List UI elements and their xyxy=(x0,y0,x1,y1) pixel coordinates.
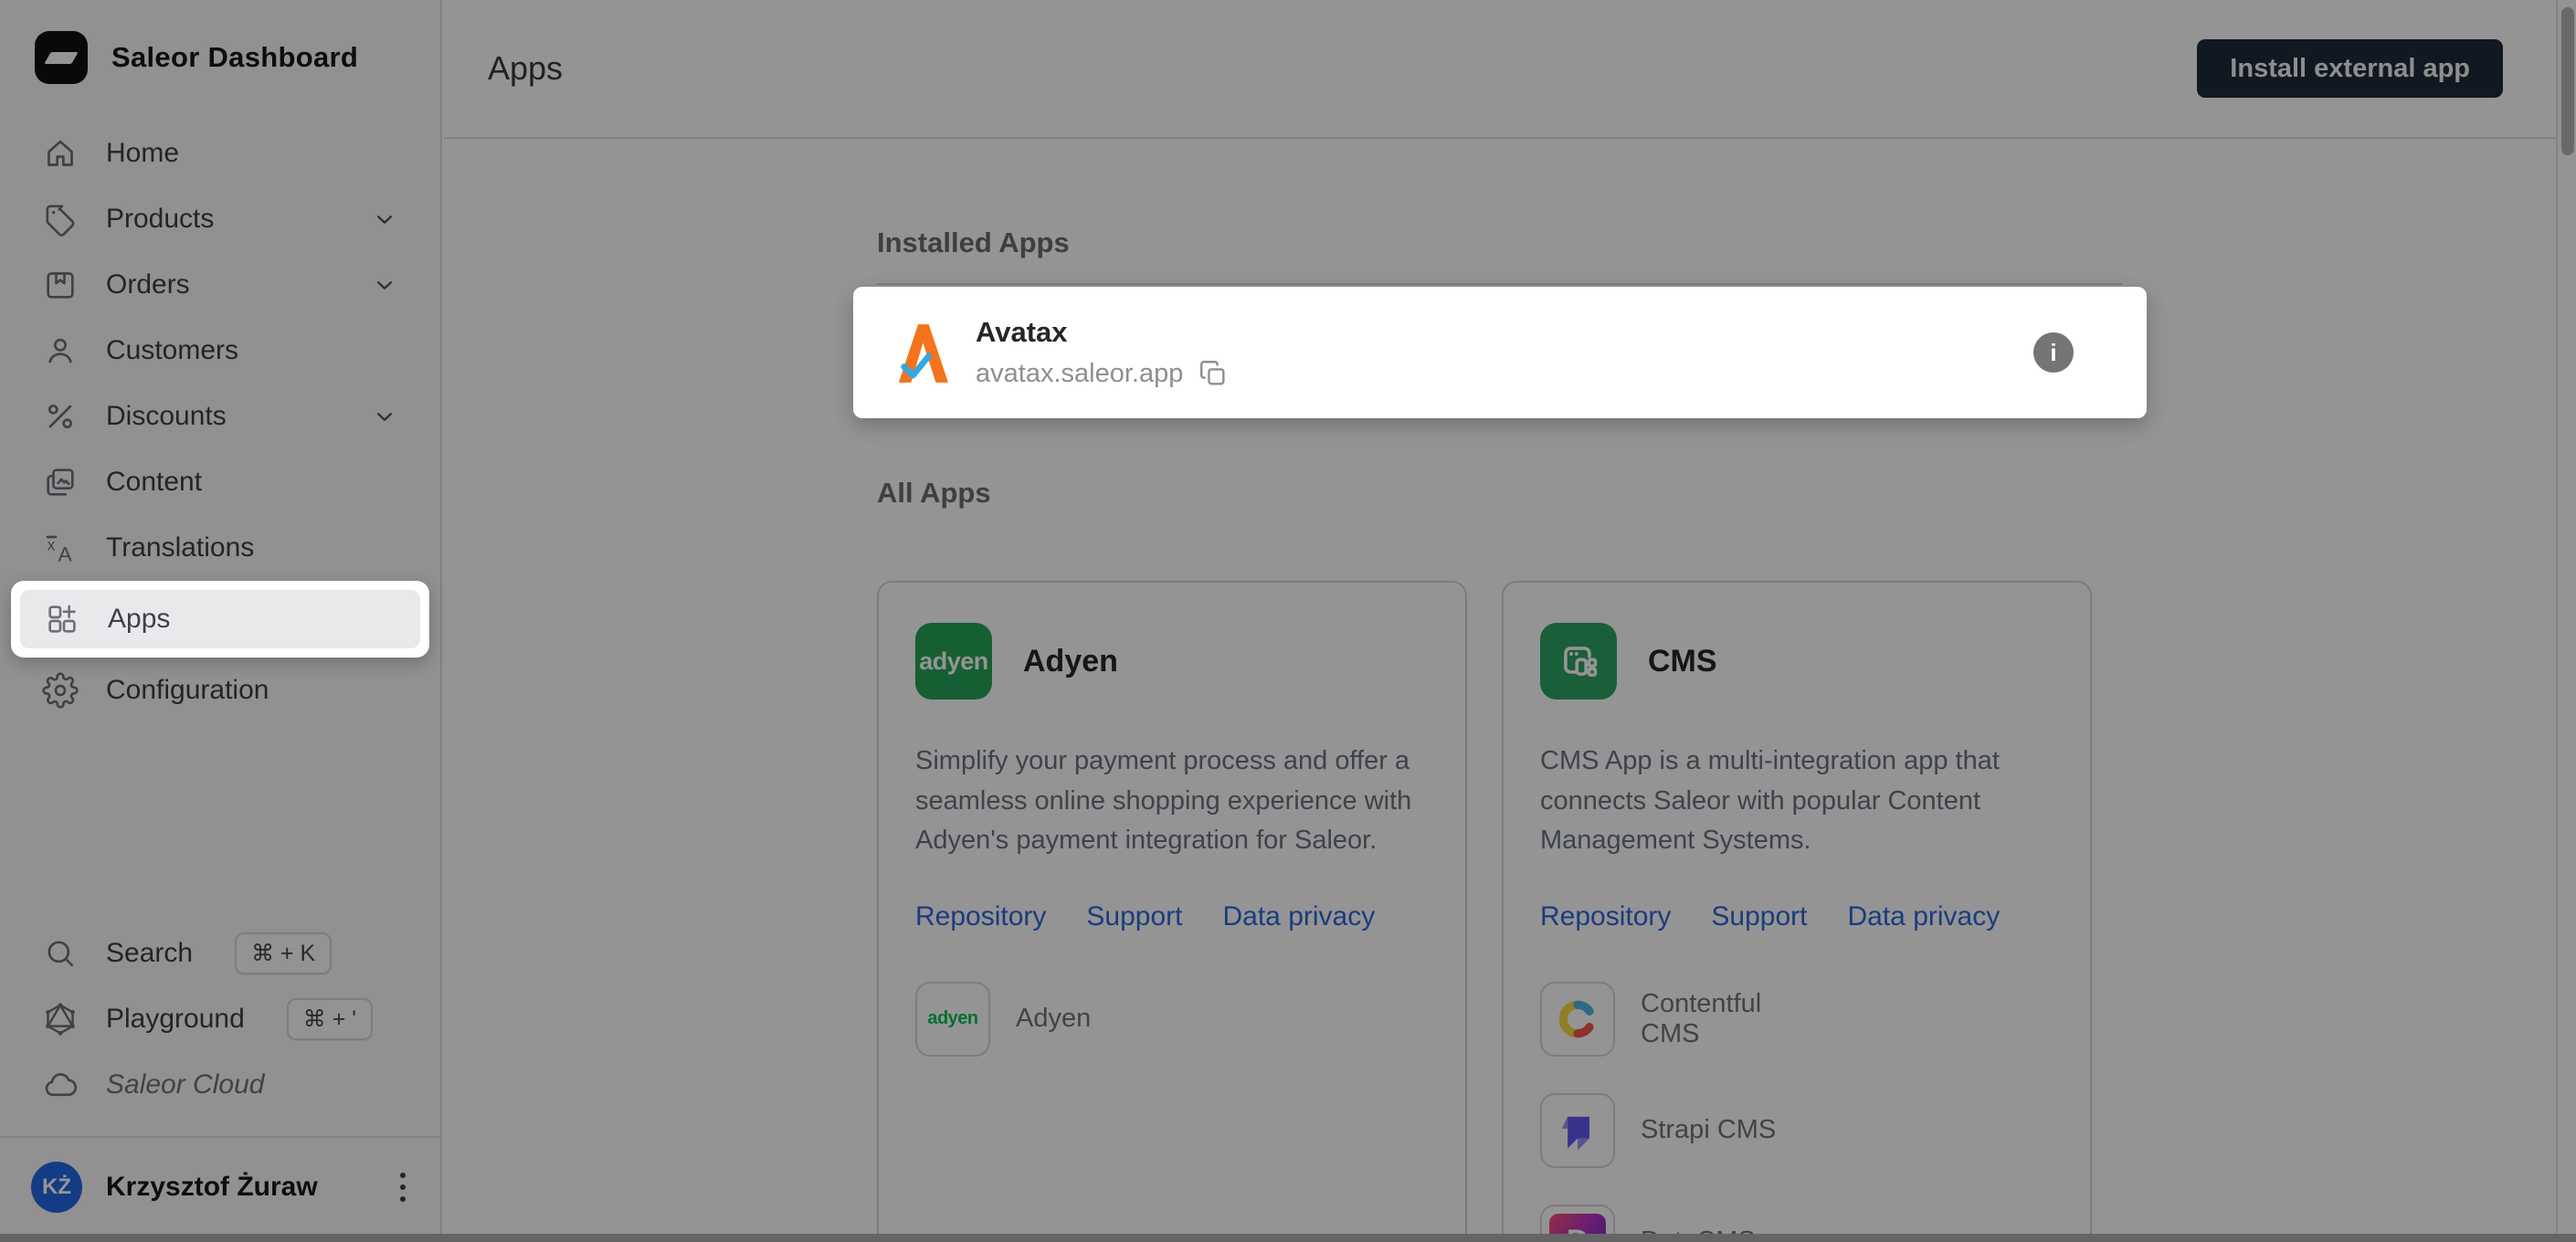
adyen-vendor-logo-icon: adyen xyxy=(915,982,990,1057)
sidebar-item-label: Configuration xyxy=(106,675,269,706)
installed-app-meta: Avatax avatax.saleor.app xyxy=(976,316,1229,389)
gear-icon xyxy=(42,672,79,709)
app-card-description: Simplify your payment process and offer … xyxy=(915,742,1429,861)
kebab-menu-icon[interactable] xyxy=(393,1165,413,1209)
installed-apps-heading: Installed Apps xyxy=(877,226,2123,259)
graphql-icon xyxy=(42,1001,79,1037)
package-icon xyxy=(42,267,79,303)
chevron-down-icon[interactable] xyxy=(371,403,398,430)
search-label: Search xyxy=(106,938,193,969)
cms-logo-icon xyxy=(1540,623,1617,700)
saleor-dashboard-apps-page: Saleor Dashboard Home Products Orders Cu… xyxy=(0,0,2576,1242)
page-title: Apps xyxy=(488,49,563,88)
cloud-icon xyxy=(42,1067,79,1103)
sidebar-item-label: Customers xyxy=(106,335,238,366)
avatax-spotlight: Avatax avatax.saleor.app xyxy=(853,287,2147,418)
sidebar: Saleor Dashboard Home Products Orders Cu… xyxy=(0,0,442,1242)
saleor-logo-icon xyxy=(35,31,88,84)
support-link[interactable]: Support xyxy=(1086,901,1182,932)
sidebar-item-label: Products xyxy=(106,204,214,235)
avatar: KŻ xyxy=(31,1162,82,1213)
app-cards-grid: adyen Adyen Simplify your payment proces… xyxy=(877,581,2123,1242)
vendor-adyen: adyen Adyen xyxy=(915,982,1189,1057)
page-header: Apps Install external app xyxy=(444,0,2556,139)
apps-spotlight: Apps xyxy=(11,581,429,658)
sidebar-item-translations[interactable]: xA Translations xyxy=(18,515,422,581)
translate-icon: xA xyxy=(42,530,79,566)
installed-app-name: Avatax xyxy=(976,316,1229,349)
adyen-logo-icon: adyen xyxy=(915,623,992,700)
sidebar-item-label: Translations xyxy=(106,532,254,563)
sidebar-item-products[interactable]: Products xyxy=(18,186,422,252)
tag-icon xyxy=(42,201,79,237)
home-icon xyxy=(42,135,79,172)
sidebar-bottom: Search ⌘ + K Playground ⌘ + ' Saleor Clo… xyxy=(0,921,440,1242)
apps-grid-icon xyxy=(44,601,80,637)
app-card-cms: CMS CMS App is a multi-integration app t… xyxy=(1502,581,2092,1242)
search-shortcut-badge: ⌘ + K xyxy=(235,932,332,974)
app-title: Saleor Dashboard xyxy=(111,41,358,74)
repository-link[interactable]: Repository xyxy=(1540,901,1671,932)
sidebar-item-apps[interactable]: Apps xyxy=(20,590,420,648)
user-menu[interactable]: KŻ Krzysztof Żuraw xyxy=(18,1138,422,1229)
installed-app-row-avatax[interactable]: Avatax avatax.saleor.app xyxy=(877,307,2123,398)
app-card-title: CMS xyxy=(1648,644,1717,679)
chevron-down-icon[interactable] xyxy=(371,205,398,233)
sidebar-item-discounts[interactable]: Discounts xyxy=(18,384,422,449)
main-area: Apps Install external app Installed Apps… xyxy=(444,0,2556,1242)
sidebar-item-label: Content xyxy=(106,467,202,498)
sidebar-item-orders[interactable]: Orders xyxy=(18,252,422,318)
playground-button[interactable]: Playground ⌘ + ' xyxy=(18,986,422,1052)
sidebar-item-label: Orders xyxy=(106,269,190,300)
sidebar-item-home[interactable]: Home xyxy=(18,121,422,186)
repository-link[interactable]: Repository xyxy=(915,901,1046,932)
user-name: Krzysztof Żuraw xyxy=(106,1172,318,1203)
sidebar-item-label: Discounts xyxy=(106,401,227,432)
installed-app-domain: avatax.saleor.app xyxy=(976,359,1183,389)
search-icon xyxy=(42,935,79,972)
sidebar-item-configuration[interactable]: Configuration xyxy=(18,658,422,723)
scrollbar-thumb[interactable] xyxy=(2561,7,2574,155)
chevron-down-icon[interactable] xyxy=(371,271,398,299)
divider xyxy=(877,283,2123,285)
svg-text:x: x xyxy=(48,535,56,553)
avatax-logo-icon xyxy=(895,320,948,385)
horizontal-scrollbar[interactable] xyxy=(0,1234,2576,1242)
info-icon[interactable] xyxy=(2033,332,2074,373)
user-icon xyxy=(42,332,79,369)
vertical-scrollbar[interactable] xyxy=(2556,0,2576,1242)
playground-shortcut-badge: ⌘ + ' xyxy=(287,998,373,1040)
contentful-logo-icon xyxy=(1540,982,1615,1057)
search-button[interactable]: Search ⌘ + K xyxy=(18,921,422,986)
install-external-app-button[interactable]: Install external app xyxy=(2197,39,2503,98)
app-card-adyen: adyen Adyen Simplify your payment proces… xyxy=(877,581,1467,1242)
brand-row: Saleor Dashboard xyxy=(0,0,440,111)
vendor-contentful: Contentful CMS xyxy=(1540,982,1814,1057)
data-privacy-link[interactable]: Data privacy xyxy=(1847,901,2000,932)
app-card-title: Adyen xyxy=(1023,644,1118,679)
all-apps-heading: All Apps xyxy=(877,477,2123,510)
sidebar-item-customers[interactable]: Customers xyxy=(18,318,422,384)
copy-icon[interactable] xyxy=(1198,358,1229,389)
apps-content: Installed Apps Avatax avatax.saleor.app xyxy=(444,139,2556,1242)
vendor-strapi: Strapi CMS xyxy=(1540,1093,1814,1168)
data-privacy-link[interactable]: Data privacy xyxy=(1222,901,1375,932)
support-link[interactable]: Support xyxy=(1711,901,1807,932)
saleor-cloud-link[interactable]: Saleor Cloud xyxy=(18,1052,422,1118)
sidebar-item-label: Apps xyxy=(108,604,170,635)
strapi-logo-icon xyxy=(1540,1093,1615,1168)
svg-text:A: A xyxy=(58,542,72,565)
media-folder-icon xyxy=(42,464,79,500)
saleor-cloud-label: Saleor Cloud xyxy=(106,1069,264,1100)
sidebar-item-content[interactable]: Content xyxy=(18,449,422,515)
playground-label: Playground xyxy=(106,1004,245,1035)
sidebar-item-label: Home xyxy=(106,138,179,169)
percent-icon xyxy=(42,398,79,435)
sidebar-nav: Home Products Orders Customers Discounts xyxy=(0,111,440,723)
app-card-description: CMS App is a multi-integration app that … xyxy=(1540,742,2053,861)
